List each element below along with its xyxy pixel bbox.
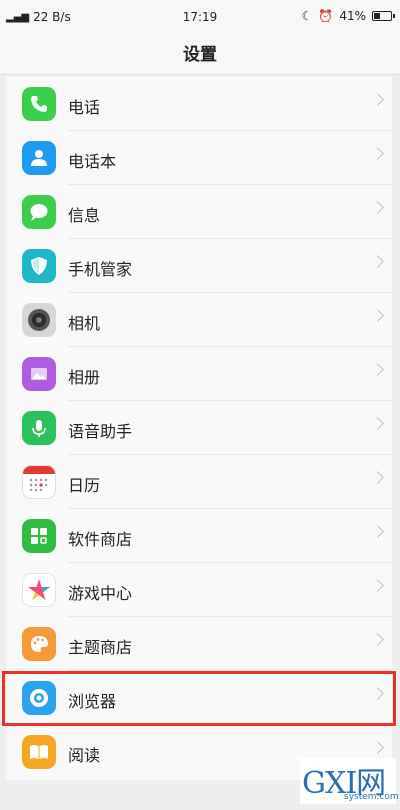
message-icon (22, 195, 56, 229)
reading-icon (22, 735, 56, 769)
battery-percent: 41% (339, 9, 366, 23)
list-item-app-store[interactable]: 软件商店 (6, 509, 392, 563)
chevron-right-icon (371, 471, 384, 484)
phone-manager-icon (22, 249, 56, 283)
item-label: 信息 (68, 206, 101, 225)
chevron-right-icon (371, 93, 384, 106)
chevron-right-icon (371, 525, 384, 538)
gallery-icon (22, 357, 56, 391)
title-bar: 设置 (0, 34, 400, 75)
item-label: 相机 (68, 314, 101, 333)
item-label: 电话 (68, 98, 101, 117)
list-item-phone[interactable]: 电话 (6, 77, 392, 131)
highlight-box (2, 671, 396, 726)
chevron-right-icon (371, 417, 384, 430)
item-label: 日历 (68, 476, 101, 495)
theme-store-icon (22, 627, 56, 661)
contacts-icon (22, 141, 56, 175)
list-item-phone-manager[interactable]: 手机管家 (6, 239, 392, 293)
camera-icon (22, 303, 56, 337)
list-item-gallery[interactable]: 相册 (6, 347, 392, 401)
chevron-right-icon (371, 579, 384, 592)
item-label: 语音助手 (68, 422, 133, 441)
watermark-logo: GXI网 system.com (300, 758, 399, 804)
chevron-right-icon (371, 201, 384, 214)
chevron-right-icon (371, 147, 384, 160)
chevron-right-icon (371, 363, 384, 376)
list-item-contacts[interactable]: 电话本 (6, 131, 392, 185)
chevron-right-icon (371, 741, 384, 754)
item-label: 游戏中心 (68, 584, 133, 603)
chevron-right-icon (371, 633, 384, 646)
calendar-icon (22, 465, 56, 499)
app-store-icon (22, 519, 56, 553)
chevron-right-icon (371, 309, 384, 322)
battery-icon (372, 11, 395, 21)
phone-icon (22, 87, 56, 121)
list-item-voice-assistant[interactable]: 语音助手 (6, 401, 392, 455)
item-label: 阅读 (68, 746, 101, 765)
chevron-right-icon (371, 255, 384, 268)
game-center-icon (22, 573, 56, 607)
item-label: 软件商店 (68, 530, 133, 549)
voice-assistant-icon (22, 411, 56, 445)
status-right: ☾ ⏰ 41% (301, 9, 395, 23)
moon-icon: ☾ (301, 9, 313, 23)
list-item-game-center[interactable]: 游戏中心 (6, 563, 392, 617)
item-label: 主题商店 (68, 638, 133, 657)
item-label: 电话本 (68, 152, 117, 171)
item-label: 手机管家 (68, 260, 133, 279)
item-label: 相册 (68, 368, 101, 387)
list-item-camera[interactable]: 相机 (6, 293, 392, 347)
alarm-icon: ⏰ (318, 9, 334, 23)
status-bar: ▂▄▆ 22 B/s 17:19 ☾ ⏰ 41% (0, 0, 400, 34)
list-item-theme-store[interactable]: 主题商店 (6, 617, 392, 671)
list-item-messages[interactable]: 信息 (6, 185, 392, 239)
watermark-site: system.com (344, 792, 399, 802)
list-item-calendar[interactable]: 日历 (6, 455, 392, 509)
page-title: 设置 (183, 45, 217, 65)
